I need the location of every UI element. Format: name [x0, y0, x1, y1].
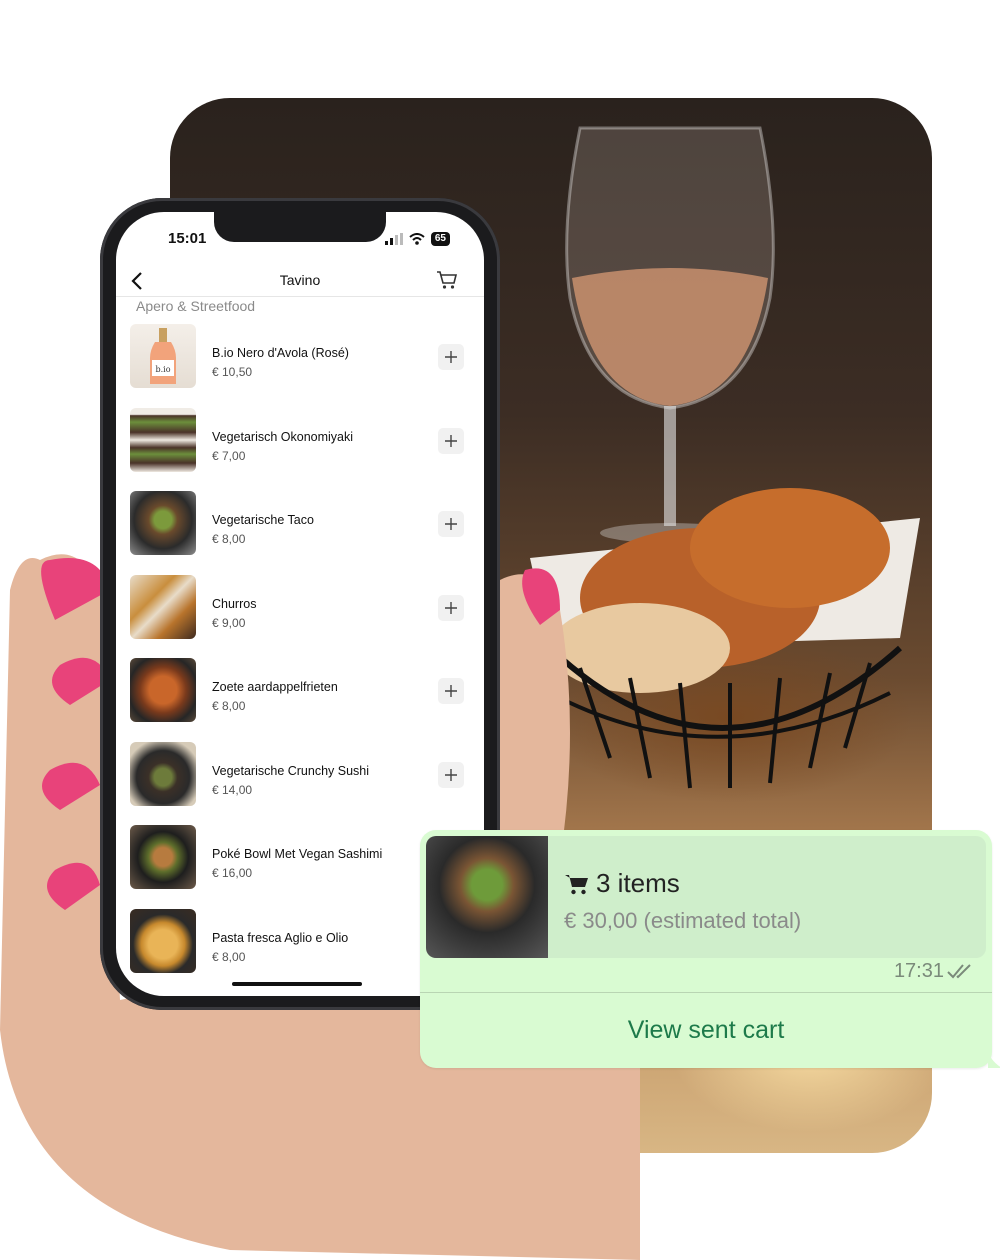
- item-thumbnail: [130, 825, 196, 889]
- item-name: Vegetarische Crunchy Sushi: [212, 763, 370, 778]
- item-price: € 9,00: [212, 615, 246, 630]
- item-name: Poké Bowl Met Vegan Sashimi: [212, 847, 383, 861]
- item-price: € 8,00: [212, 699, 246, 713]
- add-item-button[interactable]: [438, 594, 464, 621]
- wifi-icon: [409, 233, 425, 245]
- item-name: Vegetarische Taco: [212, 513, 314, 527]
- cart-summary: 3 items: [564, 868, 680, 899]
- cart-icon: [565, 874, 588, 894]
- plus-icon: [445, 685, 457, 697]
- item-name: B.io Nero d'Avola (Rosé): [212, 346, 349, 360]
- menu-item[interactable]: Vegetarisch Okonomiyaki € 7,00: [116, 404, 484, 488]
- estimated-total: € 30,00 (estimated total): [564, 908, 802, 933]
- item-thumbnail: b.io: [130, 324, 196, 388]
- menu-item[interactable]: Zoete aardappelfrieten € 8,00: [116, 654, 484, 738]
- item-thumbnail: [130, 491, 196, 555]
- item-thumbnail: [130, 574, 196, 639]
- add-item-button[interactable]: [438, 344, 464, 370]
- cart-message-bubble: 3 items € 30,00 (estimated total) 17:31 …: [420, 830, 1000, 1068]
- menu-item[interactable]: Vegetarische Taco € 8,00: [116, 487, 484, 571]
- item-price: € 16,00: [212, 866, 253, 880]
- phone-notch: [214, 212, 386, 242]
- item-thumbnail: [130, 908, 196, 973]
- plus-icon: [445, 434, 457, 447]
- item-price: € 8,00: [212, 532, 246, 546]
- items-count: 3 items: [596, 868, 680, 898]
- status-icons: 65: [384, 232, 450, 246]
- nav-bar: Tavino: [116, 266, 484, 297]
- menu-item[interactable]: Vegetarische Crunchy Sushi € 14,00: [116, 738, 484, 822]
- item-name: Vegetarisch Okonomiyaki: [212, 429, 354, 444]
- add-item-button[interactable]: [438, 761, 464, 788]
- plus-icon: [445, 351, 457, 363]
- double-check-icon: [947, 964, 971, 979]
- item-price: € 7,00: [212, 448, 246, 463]
- item-name: Zoete aardappelfrieten: [212, 680, 338, 694]
- item-name: Pasta fresca Aglio e Olio: [212, 930, 349, 945]
- item-thumbnail: [130, 741, 196, 806]
- add-item-button[interactable]: [438, 511, 464, 537]
- item-name: Churros: [212, 596, 257, 611]
- page-title: Tavino: [279, 272, 321, 288]
- cart-icon[interactable]: [436, 270, 458, 290]
- add-item-button[interactable]: [438, 427, 464, 454]
- home-indicator: [232, 982, 362, 986]
- menu-item[interactable]: b.io B.io Nero d'Avola (Rosé) € 10,50: [116, 320, 484, 404]
- section-title: Apero & Streetfood: [136, 298, 256, 314]
- cart-preview[interactable]: 3 items € 30,00 (estimated total): [426, 836, 986, 958]
- item-thumbnail: [130, 407, 196, 472]
- item-price: € 10,50: [212, 365, 253, 379]
- item-price: € 14,00: [212, 782, 253, 797]
- plus-icon: [445, 601, 457, 614]
- menu-item[interactable]: Churros € 9,00: [116, 571, 484, 655]
- battery-icon: 65: [430, 232, 450, 246]
- add-item-button[interactable]: [438, 678, 464, 704]
- message-time: 17:31: [893, 960, 944, 982]
- item-thumbnail: [130, 658, 196, 722]
- plus-icon: [445, 518, 457, 530]
- cart-thumbnail: [426, 836, 548, 958]
- signal-icon: [384, 233, 403, 245]
- view-sent-cart-button[interactable]: View sent cart: [420, 993, 992, 1068]
- wine-bottle-icon: b.io: [150, 328, 176, 384]
- status-time: 15:01: [168, 230, 207, 247]
- bottle-label: b.io: [155, 365, 170, 374]
- item-price: € 8,00: [212, 949, 246, 964]
- plus-icon: [445, 768, 457, 781]
